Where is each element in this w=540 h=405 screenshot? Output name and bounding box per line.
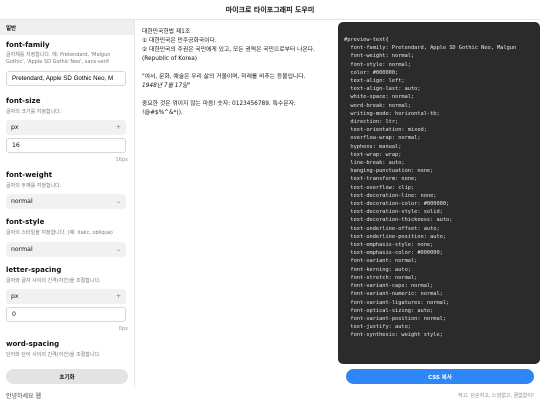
preview-text[interactable]: 대한민국헌법 제1조 ① 대한민국은 민주공화국이다. ② 대한민국의 주권은 … (142, 28, 332, 127)
font-size-unit-hint: 16px (115, 157, 129, 163)
css-code-panel[interactable]: #preview-text{ font-family: Pretendard, … (338, 22, 540, 364)
plus-icon: + (115, 124, 121, 131)
preview-line-sample: 중요한 것은 꺾이지 않는 마음! 숫자: 0123456789. 특수문자: … (142, 100, 296, 116)
font-weight-title: font-weight (6, 171, 53, 179)
reset-button[interactable]: 초기화 (6, 369, 128, 384)
app-title: 마이크로 타이포그래피 도우미 (225, 5, 315, 14)
preview-line-quote: "여서, 문화, 예술은 우리 삶의 거울이며, 미래를 비추는 등불입니다. (142, 73, 306, 80)
letter-spacing-input[interactable]: 0 (6, 307, 126, 322)
letter-spacing-unit-value: px (11, 293, 19, 300)
copy-css-button-label: CSS 복사 (428, 374, 452, 381)
font-size-description: 글자의 크기를 지정합니다. (6, 109, 62, 115)
font-style-title: font-style (6, 218, 45, 226)
options-sidebar: 일반 font-family 글자체를 지정합니다. 예: Pretendard… (0, 20, 135, 387)
word-spacing-title: word-spacing (6, 340, 60, 348)
letter-spacing-description: 글자와 글자 사이의 간격(자간)을 조절합니다. (6, 278, 101, 284)
font-family-input[interactable] (6, 71, 126, 86)
preview-line-title: 대한민국헌법 제1조 (142, 29, 191, 35)
letter-spacing-value: 0 (12, 311, 16, 318)
font-size-unit-value: px (11, 124, 19, 131)
font-style-select[interactable]: normal ⌄ (6, 242, 126, 257)
reset-button-label: 초기화 (59, 374, 75, 381)
section-header-general[interactable]: 일반 (0, 20, 134, 35)
font-size-title: font-size (6, 97, 41, 105)
options-scroll-area[interactable]: font-family 글자체를 지정합니다. 예: Pretendard, '… (0, 36, 134, 364)
word-spacing-description: 단어와 단어 사이의 간격(어간)을 조절합니다. (6, 352, 101, 358)
app-header: 마이크로 타이포그래피 도우미 (0, 0, 540, 20)
font-style-description: 글자의 스타일을 지정합니다. (예: italic, oblique) (6, 230, 113, 236)
font-weight-value: normal (11, 198, 33, 205)
preview-line-date: 1948년 7월 17일" (142, 82, 191, 89)
font-size-input[interactable]: 16 (6, 138, 126, 153)
font-weight-select[interactable]: normal ⌄ (6, 194, 126, 209)
css-code-text: #preview-text{ font-family: Pretendard, … (344, 37, 517, 339)
font-family-description: 글자체를 지정합니다. 예: Pretendard, 'Malgun Gothi… (6, 52, 111, 65)
letter-spacing-unit-select[interactable]: px + (6, 289, 126, 304)
font-family-title: font-family (6, 41, 50, 49)
footer-tagline: 작고, 단순하고, 느낌없고, 꿈없없이! (458, 393, 534, 399)
copy-css-button[interactable]: CSS 복사 (346, 369, 534, 384)
preview-line-article2: ② 대한민국의 주권은 국민에게 있고, 모든 권력은 국민으로부터 나온다. … (142, 46, 315, 62)
section-label: 일반 (6, 25, 17, 32)
plus-icon: + (115, 293, 121, 300)
footer-signature: 안녕하세요 웹 (6, 393, 42, 400)
chevron-down-icon: ⌄ (115, 246, 121, 253)
font-size-unit-select[interactable]: px + (6, 120, 126, 135)
letter-spacing-unit-hint: 0px (118, 326, 128, 332)
letter-spacing-title: letter-spacing (6, 266, 62, 274)
font-size-value: 16 (12, 142, 20, 149)
chevron-down-icon: ⌄ (115, 198, 121, 205)
preview-line-article1: ① 대한민국은 민주공화국이다. (142, 37, 217, 44)
font-style-value: normal (11, 246, 33, 253)
font-weight-description: 글자의 두께를 지정합니다. (6, 183, 62, 189)
